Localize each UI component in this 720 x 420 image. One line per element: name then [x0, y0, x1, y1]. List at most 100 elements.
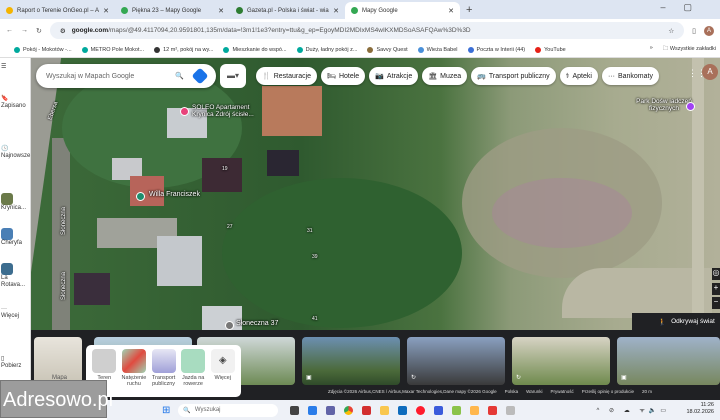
hotel-pin-icon[interactable]	[180, 107, 189, 116]
windows-start-icon[interactable]: ⊞	[162, 405, 170, 416]
reload-icon[interactable]: ↻	[36, 27, 42, 35]
photo-thumbnail[interactable]: ↻	[512, 337, 610, 385]
photo-thumbnail[interactable]: ▣	[302, 337, 400, 385]
sidebar-item-krynica[interactable]: Krynica...	[1, 193, 30, 212]
forward-icon[interactable]: →	[21, 27, 28, 34]
sidebar-item-download[interactable]: ▯ Pobierz	[1, 356, 30, 370]
sidebar-label: La Rotava...	[1, 275, 26, 288]
chip-muzea[interactable]: 🏛 Muzea	[422, 67, 468, 85]
chip-hotele[interactable]: 🛏 Hotele	[321, 67, 366, 85]
bookmark-item[interactable]: Wieża Babel	[417, 46, 458, 53]
chip-transport-publiczny[interactable]: 🚌 Transport publiczny	[471, 67, 556, 85]
bookmark-item[interactable]: Mieszkanie do wspó...	[223, 46, 287, 53]
bookmarks-overflow-button[interactable]: »	[650, 45, 653, 54]
directions-icon[interactable]	[191, 67, 209, 85]
app-icon[interactable]	[434, 405, 444, 415]
sidebar-item-more[interactable]: ··· Więcej	[1, 306, 30, 320]
system-tray-icons[interactable]: ^ ⊘ ☁ ᯤ🔈▭	[597, 406, 670, 414]
chip-restauracje[interactable]: 🍴 Restauracje	[256, 67, 318, 85]
layer-biking[interactable]: Jazda na rowerze	[181, 349, 206, 393]
app-icon[interactable]	[488, 405, 498, 415]
layer-more[interactable]: ◈ Więcej	[210, 349, 235, 393]
tab-piekna[interactable]: Piękna 23 – Mapy Google ✕	[115, 2, 230, 19]
clock[interactable]: 11:26 18.02.2026	[686, 402, 714, 416]
attribution-item[interactable]: Prywatność	[551, 389, 574, 394]
map-type-button[interactable]: ▬▾	[220, 64, 246, 88]
new-tab-button[interactable]: +	[460, 2, 478, 19]
sidebar-item-la-rotava[interactable]: La Rotava...	[1, 263, 30, 289]
close-icon[interactable]: ✕	[333, 7, 339, 15]
opera-icon[interactable]	[416, 405, 426, 415]
bookmark-item[interactable]: YouTube	[535, 46, 566, 53]
building	[267, 150, 299, 176]
star-icon[interactable]: ☆	[668, 27, 674, 35]
chip-atrakcje[interactable]: 📷 Atrakcje	[369, 67, 419, 85]
zoom-out-button[interactable]: −	[712, 297, 720, 309]
place-pin-icon[interactable]	[136, 192, 145, 201]
close-icon[interactable]: ✕	[103, 7, 109, 15]
window-controls[interactable]: –▢	[660, 2, 710, 13]
attribution-item[interactable]: 20 m	[642, 389, 652, 394]
attribution-item[interactable]: Warunki	[526, 389, 542, 394]
task-view-icon[interactable]	[290, 405, 300, 415]
sidebar-item-cheryfa[interactable]: Cheryfa	[1, 228, 30, 247]
satellite-map[interactable]: SOLEO Apartament Krynica Zdrój ścisłe...…	[22, 58, 720, 330]
search-input[interactable]: Wyszukaj w Mapach Google	[46, 73, 165, 80]
chip-bankomaty[interactable]: ··· Bankomaty	[601, 67, 659, 85]
close-icon[interactable]: ✕	[448, 7, 454, 15]
my-location-icon[interactable]: ◎	[712, 268, 720, 280]
address-pin-icon[interactable]	[225, 321, 234, 330]
folder-icon[interactable]	[380, 405, 390, 415]
tab-raport[interactable]: Raport o Terenie OnGeo.pl – A ✕	[0, 2, 115, 19]
chrome-icon[interactable]	[344, 405, 354, 415]
app-icon[interactable]	[470, 405, 480, 415]
sidebar-item-recent[interactable]: 🕓 Najnowsze	[1, 146, 30, 160]
bookmark-item[interactable]: METRO Pole Mokot...	[81, 46, 144, 53]
outlook-icon[interactable]	[398, 405, 408, 415]
zoom-in-button[interactable]: +	[712, 283, 720, 295]
mcafee-icon[interactable]	[362, 405, 372, 415]
extensions-icon[interactable]: ▯	[692, 27, 696, 35]
user-avatar[interactable]: A	[702, 64, 718, 80]
url-input[interactable]: ⚙ google.com/maps/@49.4117094,20.9591801,…	[49, 22, 685, 39]
attraction-pin-icon[interactable]	[686, 102, 695, 111]
photo-icon: ▣	[621, 375, 627, 381]
building	[74, 273, 110, 305]
site-info-icon[interactable]: ⚙	[60, 27, 66, 35]
app-icon[interactable]	[452, 405, 462, 415]
tab-mapy-google[interactable]: Mapy Google ✕	[345, 2, 460, 19]
back-icon[interactable]: ←	[6, 27, 13, 34]
mail-icon[interactable]	[308, 405, 318, 415]
house-number: 39	[312, 254, 318, 260]
fork-knife-icon: 🍴	[262, 73, 271, 80]
place-label-villa[interactable]: Willa Franciszek	[149, 191, 200, 198]
place-label-park[interactable]: Park Dośw iadczeń fizycznych	[634, 98, 694, 112]
sidebar-item-saved[interactable]: 🔖 Zapisano	[1, 96, 30, 110]
layer-transit[interactable]: Transport publiczny	[151, 349, 176, 393]
explore-world-button[interactable]: 🚶 Odkrywaj świat	[632, 313, 720, 330]
chip-apteki[interactable]: ⚕ Apteki	[559, 67, 598, 85]
printer-icon[interactable]	[506, 405, 516, 415]
close-icon[interactable]: ✕	[218, 7, 224, 15]
attribution-item[interactable]: Polska	[505, 389, 519, 394]
bookmark-item[interactable]: Pokój - Mokotów -...	[14, 46, 72, 53]
search-box[interactable]: Wyszukaj w Mapach Google 🔍	[36, 64, 216, 88]
bookmark-item[interactable]: Duży, ładny pokój z...	[296, 46, 357, 53]
all-bookmarks-button[interactable]: 🗀 Wszystkie zakładki	[663, 45, 716, 54]
menu-icon[interactable]: ☰	[1, 64, 30, 71]
taskbar-search[interactable]: 🔍 Wyszukaj	[178, 403, 279, 417]
photo-thumbnail[interactable]: ▣	[617, 337, 720, 385]
place-label-apartment[interactable]: SOLEO Apartament Krynica Zdrój ścisłe...	[192, 104, 272, 118]
attribution-item[interactable]: Prześlij opinię o produkcie	[582, 389, 634, 394]
bookmark-item[interactable]: Poczta w Interii (44)	[467, 46, 525, 53]
bookmark-item[interactable]: Savvy Quest	[367, 46, 408, 53]
photo-thumbnail[interactable]: ↻	[407, 337, 505, 385]
bookmark-item[interactable]: 12 m², pokój na wy...	[154, 46, 213, 53]
teams-icon[interactable]	[326, 405, 336, 415]
profile-avatar[interactable]: A	[704, 25, 714, 36]
search-icon[interactable]: 🔍	[175, 72, 184, 80]
layer-traffic[interactable]: Natężenie ruchu	[122, 349, 146, 393]
tab-gazeta[interactable]: Gazeta.pl - Polska i świat - wia ✕	[230, 2, 345, 19]
map-thumbnail[interactable]: Mapa	[34, 337, 82, 385]
pegman-icon[interactable]: 🚶	[658, 318, 666, 326]
